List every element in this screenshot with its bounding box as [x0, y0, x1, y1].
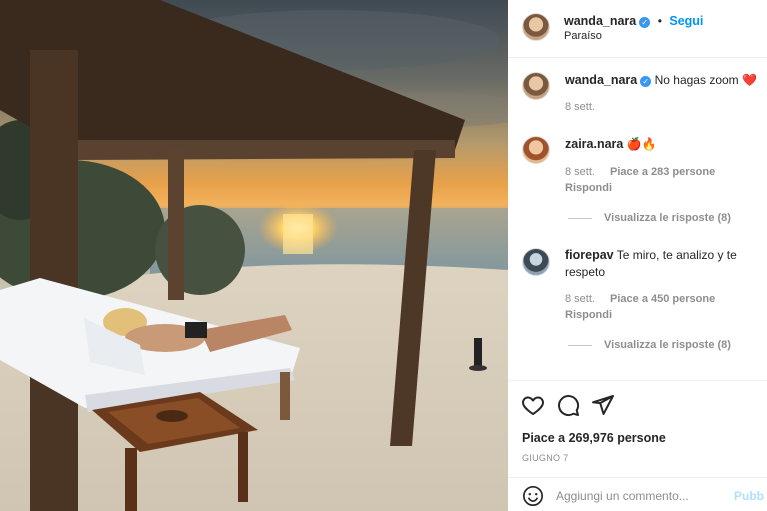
comment-username[interactable]: fiorepav	[565, 248, 614, 262]
verified-icon: ✓	[640, 76, 652, 87]
verified-icon: ✓	[639, 17, 651, 28]
follow-button[interactable]: Segui	[669, 14, 703, 28]
view-replies-label: Visualizza le risposte (8)	[604, 212, 731, 224]
comment-body: wanda_nara ✓ No hagas zoom ❤️	[565, 72, 757, 89]
share-icon[interactable]	[591, 393, 615, 417]
separator-dot: •	[657, 14, 662, 28]
comment-body: fiorepav Te miro, te analizo y te respet…	[565, 247, 750, 281]
comment-input[interactable]	[556, 487, 726, 505]
divider-line	[568, 344, 592, 346]
comment-body: zaira.nara 🍎🔥	[565, 136, 657, 153]
comments-list[interactable]: wanda_nara ✓ No hagas zoom ❤️ 8 sett. zai…	[508, 58, 767, 378]
commenter-avatar[interactable]	[522, 248, 550, 276]
view-replies-button[interactable]: Visualizza le risposte (8)	[568, 339, 731, 351]
comment-time: 8 sett.	[565, 101, 595, 113]
post-location[interactable]: Paraíso	[564, 30, 602, 42]
author-line: wanda_nara ✓ • Segui	[564, 12, 703, 30]
post-header: wanda_nara ✓ • Segui Paraíso	[508, 0, 767, 58]
comment-username[interactable]: zaira.nara	[565, 137, 623, 151]
heart-icon[interactable]	[521, 393, 545, 417]
comment-meta: 8 sett. Piace a 283 persone	[565, 166, 715, 178]
reply-button[interactable]: Rispondi	[565, 182, 612, 194]
beach-sunset-image	[0, 0, 508, 511]
view-replies-button[interactable]: Visualizza le risposte (8)	[568, 212, 731, 224]
commenter-avatar[interactable]	[522, 136, 550, 164]
post-date[interactable]: GIUGNO 7	[522, 453, 568, 463]
reply-button[interactable]: Rispondi	[565, 309, 612, 321]
comment-username[interactable]: wanda_nara	[565, 73, 637, 87]
post-actions: Piace a 269,976 persone GIUGNO 7 Pubb	[508, 380, 767, 511]
divider-line	[568, 217, 592, 219]
comment-time: 8 sett.	[565, 293, 595, 305]
comment-icon[interactable]	[556, 393, 580, 417]
emoji-icon[interactable]	[522, 485, 544, 507]
comment-time: 8 sett.	[565, 166, 595, 178]
author-username[interactable]: wanda_nara	[564, 14, 636, 28]
likes-count[interactable]: Piace a 269,976 persone	[522, 431, 666, 445]
comment-likes[interactable]: Piace a 450 persone	[610, 293, 715, 305]
heart-emoji: ❤️	[742, 73, 757, 87]
post-photo[interactable]	[0, 0, 508, 511]
commenter-avatar[interactable]	[522, 72, 550, 100]
comment-text: No hagas zoom	[654, 73, 739, 87]
add-comment-bar: Pubb	[508, 477, 767, 511]
comment-emoji: 🍎🔥	[626, 137, 657, 151]
comment-meta: 8 sett. Piace a 450 persone	[565, 293, 715, 305]
comment-likes[interactable]: Piace a 283 persone	[610, 166, 715, 178]
author-avatar[interactable]	[522, 13, 550, 41]
publish-button[interactable]: Pubb	[734, 489, 764, 503]
view-replies-label: Visualizza le risposte (8)	[604, 339, 731, 351]
post-side-panel: wanda_nara ✓ • Segui Paraíso wanda_nara ✓ …	[508, 0, 767, 511]
